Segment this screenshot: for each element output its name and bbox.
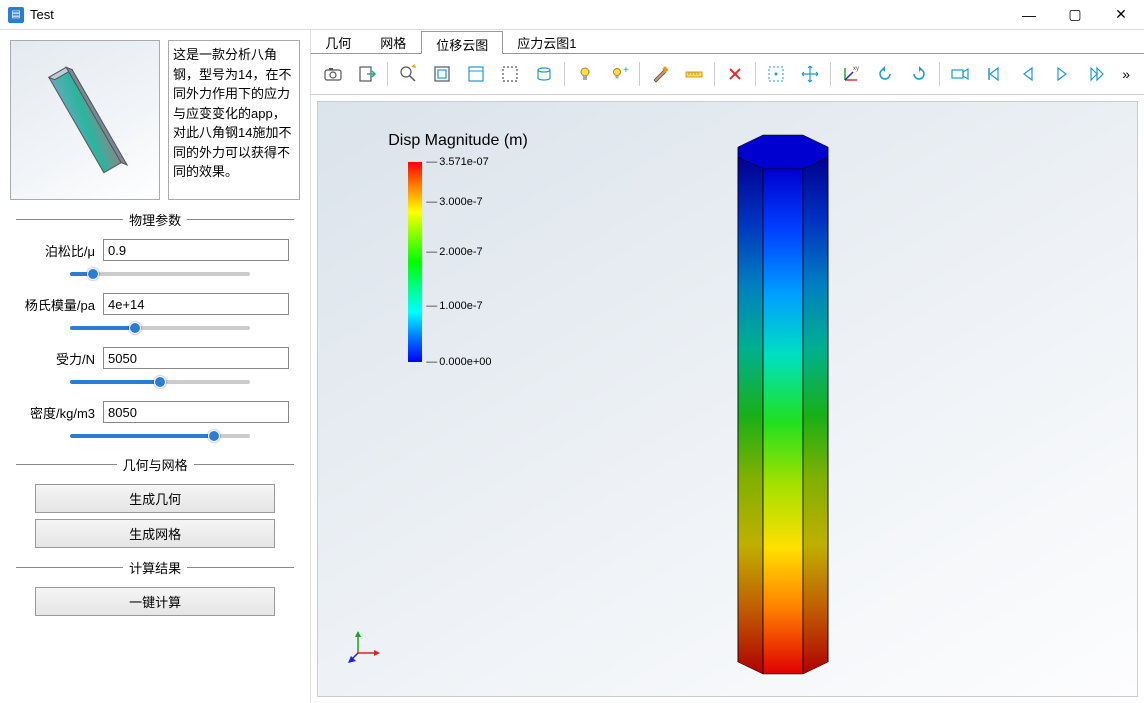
young-slider[interactable] [70, 326, 250, 330]
light-add-icon[interactable]: + [603, 58, 635, 90]
tab-geometry[interactable]: 几何 [311, 30, 366, 53]
poisson-input[interactable] [103, 239, 289, 261]
play-icon[interactable] [1046, 58, 1078, 90]
section-head-geom: 几何与网格 [10, 455, 300, 474]
app-icon: ▤ [8, 7, 24, 23]
move-icon[interactable] [794, 58, 826, 90]
brush-icon[interactable] [644, 58, 676, 90]
colorbar: 3.571e-073.000e-72.000e-71.000e-70.000e+… [408, 162, 496, 362]
viewport-title: Disp Magnitude (m) [388, 132, 528, 150]
force-slider[interactable] [70, 380, 250, 384]
force-input[interactable] [103, 347, 289, 369]
colorbar-tick: 0.000e+00 [426, 356, 491, 368]
param-young: 杨氏模量/pa [10, 293, 300, 333]
section-head-params: 物理参数 [10, 210, 300, 229]
compute-button[interactable]: 一键计算 [35, 587, 275, 616]
rotate-ccw-icon[interactable] [869, 58, 901, 90]
svg-text:xy: xy [853, 66, 859, 72]
camera-video-icon[interactable] [944, 58, 976, 90]
param-label: 密度/kg/m3 [10, 403, 95, 422]
titlebar: ▤ Test — ▢ ✕ [0, 0, 1144, 30]
description-box: 这是一款分析八角钢，型号为14，在不同外力作用下的应力与应变变化的app，对此八… [168, 40, 300, 200]
tab-displacement[interactable]: 位移云图 [421, 31, 503, 54]
young-input[interactable] [103, 293, 289, 315]
close-button[interactable]: ✕ [1098, 0, 1144, 30]
density-slider[interactable] [70, 434, 250, 438]
colorbar-tick: 2.000e-7 [426, 246, 482, 258]
colorbar-tick: 3.000e-7 [426, 196, 482, 208]
param-density: 密度/kg/m3 [10, 401, 300, 441]
model-column [708, 132, 838, 677]
sidebar: 这是一款分析八角钢，型号为14，在不同外力作用下的应力与应变变化的app，对此八… [0, 30, 311, 703]
skip-back-icon[interactable] [978, 58, 1010, 90]
window-title: Test [30, 7, 1006, 22]
camera-icon[interactable] [317, 58, 349, 90]
colorbar-gradient [408, 162, 422, 362]
param-force: 受力/N [10, 347, 300, 387]
viewport[interactable]: Disp Magnitude (m) 3.571e-07 3.000e-7 2.00… [317, 101, 1138, 697]
axis-triad-icon [348, 629, 382, 666]
workspace: 几何 网格 位移云图 应力云图1 + xy [311, 30, 1144, 703]
generate-mesh-button[interactable]: 生成网格 [35, 519, 275, 548]
colorbar-tick: 1.000e-7 [426, 300, 482, 312]
zoom-icon[interactable] [392, 58, 424, 90]
model-preview [10, 40, 160, 200]
colorbar-ticks: 3.571e-073.000e-72.000e-71.000e-70.000e+… [426, 162, 496, 362]
param-label: 受力/N [10, 349, 95, 368]
axes-icon[interactable]: xy [835, 58, 867, 90]
ruler-icon[interactable] [678, 58, 710, 90]
poisson-slider[interactable] [70, 272, 250, 276]
toolbar: + xy » [311, 54, 1144, 95]
rotate-cw-icon[interactable] [903, 58, 935, 90]
generate-geometry-button[interactable]: 生成几何 [35, 484, 275, 513]
colorbar-tick: 3.571e-07 [426, 156, 489, 168]
delete-icon[interactable] [719, 58, 751, 90]
param-label: 杨氏模量/pa [10, 295, 95, 314]
section-head-result: 计算结果 [10, 558, 300, 577]
tabs: 几何 网格 位移云图 应力云图1 [311, 30, 1144, 54]
select-icon[interactable] [760, 58, 792, 90]
window-controls: — ▢ ✕ [1006, 0, 1144, 30]
param-poisson: 泊松比/μ [10, 239, 300, 279]
play-back-icon[interactable] [1012, 58, 1044, 90]
export-icon[interactable] [351, 58, 383, 90]
select-box-icon[interactable] [494, 58, 526, 90]
tab-mesh[interactable]: 网格 [366, 30, 421, 53]
toolbar-overflow[interactable]: » [1114, 66, 1138, 82]
zoom-extents-icon[interactable] [426, 58, 458, 90]
tab-stress[interactable]: 应力云图1 [503, 30, 591, 53]
svg-text:+: + [623, 65, 629, 76]
skip-forward-icon[interactable] [1080, 58, 1112, 90]
density-input[interactable] [103, 401, 289, 423]
maximize-button[interactable]: ▢ [1052, 0, 1098, 30]
minimize-button[interactable]: — [1006, 0, 1052, 30]
wireframe-icon[interactable] [528, 58, 560, 90]
param-label: 泊松比/μ [10, 241, 95, 260]
fit-window-icon[interactable] [460, 58, 492, 90]
light-icon[interactable] [569, 58, 601, 90]
